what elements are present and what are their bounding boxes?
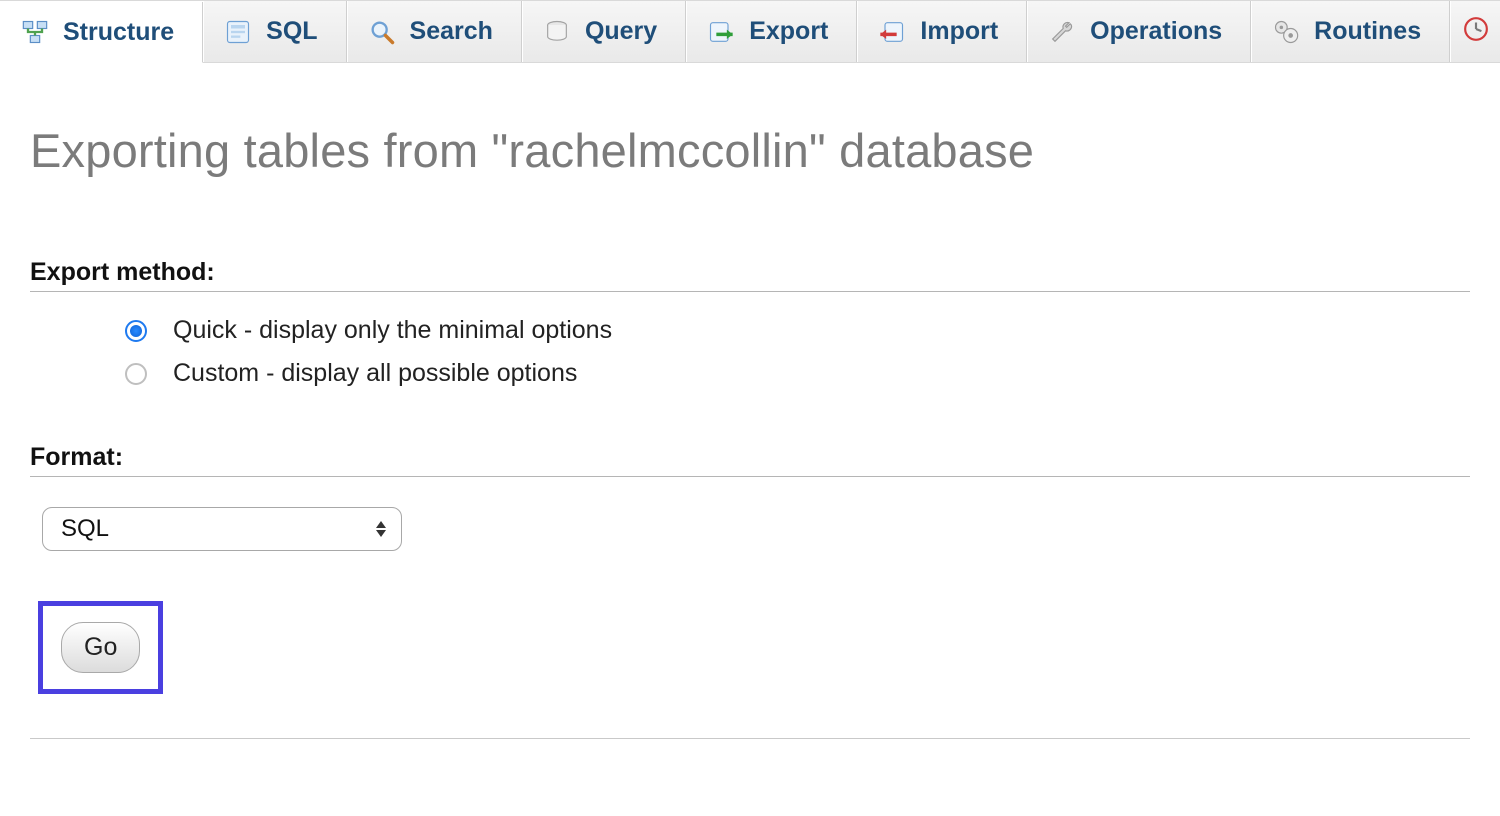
tab-import[interactable]: Import — [857, 1, 1027, 62]
format-heading: Format: — [30, 443, 1470, 477]
tab-label: Routines — [1314, 17, 1421, 46]
tab-sql[interactable]: SQL — [203, 1, 346, 62]
tab-operations[interactable]: Operations — [1027, 1, 1251, 62]
search-icon — [368, 18, 396, 46]
tab-label: Search — [410, 17, 493, 46]
export-method-heading: Export method: — [30, 258, 1470, 292]
export-method-group: Quick - display only the minimal options… — [125, 316, 1470, 388]
tab-routines[interactable]: Routines — [1251, 1, 1450, 62]
tab-overflow[interactable] — [1450, 1, 1500, 62]
main-content: Exporting tables from "rachelmccollin" d… — [0, 123, 1500, 739]
radio-label: Custom - display all possible options — [173, 359, 577, 388]
go-button[interactable]: Go — [61, 622, 140, 673]
operations-icon — [1048, 18, 1076, 46]
format-selected-value: SQL — [61, 515, 109, 543]
tab-search[interactable]: Search — [347, 1, 522, 62]
structure-icon — [21, 18, 49, 46]
sql-icon — [224, 18, 252, 46]
query-icon — [543, 18, 571, 46]
clock-icon — [1463, 16, 1489, 47]
select-arrows-icon — [375, 521, 387, 537]
tab-label: Query — [585, 17, 657, 46]
tab-bar: Structure SQL Search Query Export Import — [0, 0, 1500, 63]
export-icon — [707, 18, 735, 46]
tab-query[interactable]: Query — [522, 1, 686, 62]
tab-label: Structure — [63, 18, 174, 47]
import-icon — [878, 18, 906, 46]
tab-label: SQL — [266, 17, 317, 46]
tab-label: Operations — [1090, 17, 1222, 46]
radio-checked-icon — [125, 320, 147, 342]
format-select[interactable]: SQL — [42, 507, 402, 551]
radio-label: Quick - display only the minimal options — [173, 316, 612, 345]
tab-structure[interactable]: Structure — [0, 2, 203, 63]
routines-icon — [1272, 18, 1300, 46]
export-method-custom[interactable]: Custom - display all possible options — [125, 359, 1470, 388]
radio-unchecked-icon — [125, 363, 147, 385]
page-title: Exporting tables from "rachelmccollin" d… — [30, 123, 1470, 178]
go-button-highlight: Go — [38, 601, 163, 694]
tab-export[interactable]: Export — [686, 1, 857, 62]
export-method-quick[interactable]: Quick - display only the minimal options — [125, 316, 1470, 345]
tab-label: Export — [749, 17, 828, 46]
tab-label: Import — [920, 17, 998, 46]
divider — [30, 738, 1470, 739]
